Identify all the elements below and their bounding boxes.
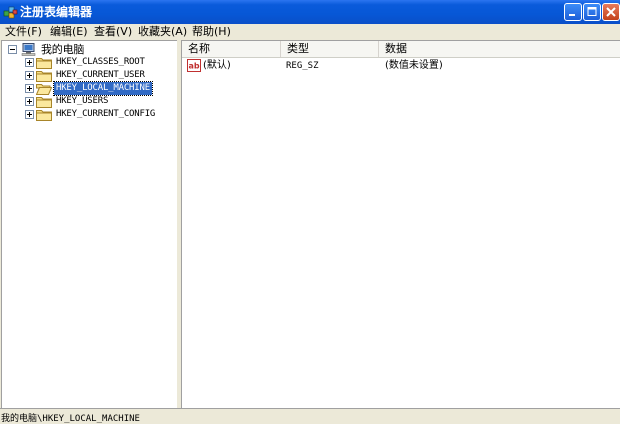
status-bar: 我的电脑\HKEY_LOCAL_MACHINE xyxy=(0,408,620,424)
maximize-button[interactable] xyxy=(583,3,601,21)
string-value-icon: ab xyxy=(187,59,201,72)
menu-help[interactable]: 帮助(H) xyxy=(192,25,231,39)
key-tree-pane[interactable]: 我的电脑 HKEY_CLASSES_ROOT HKEY_CURRENT_USER… xyxy=(1,40,177,408)
menu-edit[interactable]: 编辑(E) xyxy=(50,25,88,39)
expand-icon[interactable] xyxy=(25,84,34,93)
folder-icon xyxy=(36,71,52,82)
tree-item-label: 我的电脑 xyxy=(41,43,85,56)
menu-view[interactable]: 查看(V) xyxy=(94,25,132,39)
expand-icon[interactable] xyxy=(25,97,34,106)
tree-item-label: HKEY_CLASSES_ROOT xyxy=(56,57,145,67)
close-icon xyxy=(606,7,616,17)
expand-icon[interactable] xyxy=(25,110,34,119)
tree-item-label: HKEY_CURRENT_USER xyxy=(56,70,145,80)
registry-editor-icon xyxy=(3,6,18,19)
menu-bar: 文件(F) 编辑(E) 查看(V) 收藏夹(A) 帮助(H) xyxy=(0,24,620,40)
tree-item-label: HKEY_LOCAL_MACHINE xyxy=(53,81,153,96)
open-folder-icon xyxy=(36,84,52,95)
minimize-icon xyxy=(569,14,575,16)
folder-icon xyxy=(36,58,52,69)
folder-icon xyxy=(36,97,52,108)
title-bar[interactable]: 注册表编辑器 xyxy=(0,0,620,24)
menu-file[interactable]: 文件(F) xyxy=(5,25,42,39)
expand-icon[interactable] xyxy=(25,58,34,67)
value-data: (数值未设置) xyxy=(385,60,443,71)
value-name: (默认) xyxy=(203,60,231,71)
menu-favorites[interactable]: 收藏夹(A) xyxy=(138,25,187,39)
close-button[interactable] xyxy=(602,3,620,21)
column-header-name[interactable]: 名称 xyxy=(182,41,281,57)
column-header-data[interactable]: 数据 xyxy=(379,41,620,57)
tree-item-label: HKEY_USERS xyxy=(56,96,109,106)
collapse-icon[interactable] xyxy=(8,45,17,54)
value-type: REG_SZ xyxy=(286,61,319,71)
window-title: 注册表编辑器 xyxy=(20,5,93,19)
computer-icon xyxy=(21,43,36,56)
minimize-button[interactable] xyxy=(564,3,582,21)
expand-icon[interactable] xyxy=(25,71,34,80)
column-header-type[interactable]: 类型 xyxy=(281,41,379,57)
status-path: 我的电脑\HKEY_LOCAL_MACHINE xyxy=(1,414,140,424)
tree-item-label: HKEY_CURRENT_CONFIG xyxy=(56,109,156,119)
maximize-icon xyxy=(587,7,597,16)
list-item[interactable]: ab (默认) REG_SZ (数值未设置) xyxy=(182,59,620,73)
folder-icon xyxy=(36,110,52,121)
values-list-pane[interactable]: 名称 类型 数据 ab (默认) REG_SZ (数值未设置) xyxy=(181,40,620,408)
svg-text:ab: ab xyxy=(188,62,199,71)
list-header: 名称 类型 数据 xyxy=(182,41,620,58)
